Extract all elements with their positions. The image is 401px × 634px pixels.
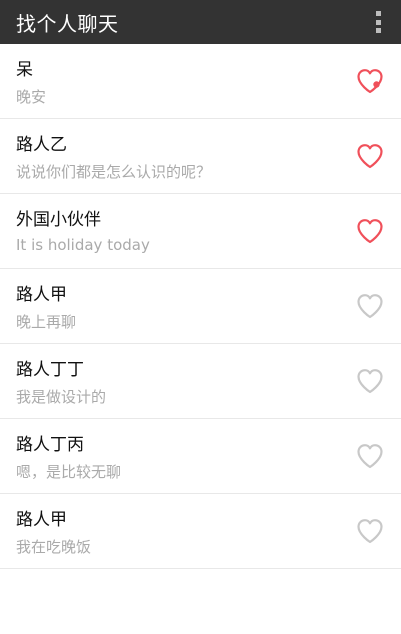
- chat-last-message: 晚安: [16, 88, 47, 106]
- chat-last-message: 我在吃晚饭: [16, 538, 92, 556]
- heart-icon[interactable]: [356, 68, 384, 94]
- chat-name: 路人甲: [16, 285, 67, 305]
- heart-icon[interactable]: [356, 143, 384, 169]
- chat-name: 路人乙: [16, 135, 67, 155]
- chat-item[interactable]: 路人甲 晚上再聊: [0, 269, 401, 344]
- overflow-dot: [375, 28, 381, 33]
- chat-item[interactable]: 路人甲 我在吃晚饭: [0, 494, 401, 569]
- chat-last-message: 嗯，是比较无聊: [16, 463, 122, 481]
- chat-item[interactable]: 外国小伙伴 It is holiday today: [0, 194, 401, 269]
- heart-outline: [357, 219, 383, 244]
- chat-item[interactable]: 路人丁丁 我是做设计的: [0, 344, 401, 419]
- chat-name: 路人甲: [16, 510, 67, 530]
- heart-outline: [357, 144, 383, 169]
- overflow-menu-icon[interactable]: [373, 8, 383, 36]
- heart-outline: [357, 69, 383, 94]
- heart-icon[interactable]: [356, 518, 384, 544]
- page-title: 找个人聊天: [16, 11, 119, 36]
- heart-outline: [357, 519, 383, 544]
- heart-outline: [357, 294, 383, 319]
- heart-outline: [357, 444, 383, 469]
- action-bar: 找个人聊天: [0, 0, 401, 44]
- heart-icon[interactable]: [356, 443, 384, 469]
- chat-name: 呆: [16, 60, 33, 80]
- chat-item[interactable]: 路人丁丙 嗯，是比较无聊: [0, 419, 401, 494]
- unread-dot: [373, 81, 380, 88]
- chat-last-message: 说说你们都是怎么认识的呢？: [16, 163, 212, 181]
- chat-name: 路人丁丁: [16, 360, 84, 380]
- heart-icon[interactable]: [356, 368, 384, 394]
- chat-name: 路人丁丙: [16, 435, 84, 455]
- chat-item[interactable]: 呆 晚安: [0, 44, 401, 119]
- chat-last-message: 晚上再聊: [16, 313, 77, 331]
- chat-name: 外国小伙伴: [16, 210, 101, 230]
- heart-icon[interactable]: [356, 218, 384, 244]
- chat-list: 呆 晚安 路人乙 说说你们都是怎么认识的呢？ 外国小伙伴 It is holid…: [0, 44, 401, 569]
- overflow-dot: [375, 11, 381, 16]
- chat-item[interactable]: 路人乙 说说你们都是怎么认识的呢？: [0, 119, 401, 194]
- heart-icon[interactable]: [356, 293, 384, 319]
- chat-last-message: 我是做设计的: [16, 388, 107, 406]
- overflow-dot: [375, 19, 381, 25]
- heart-outline: [357, 369, 383, 394]
- chat-last-message: It is holiday today: [16, 236, 150, 254]
- chat-screen: 找个人聊天 呆 晚安 路人乙 说说你们都是怎么认识的呢？ 外国小伙伴 It is…: [0, 0, 401, 634]
